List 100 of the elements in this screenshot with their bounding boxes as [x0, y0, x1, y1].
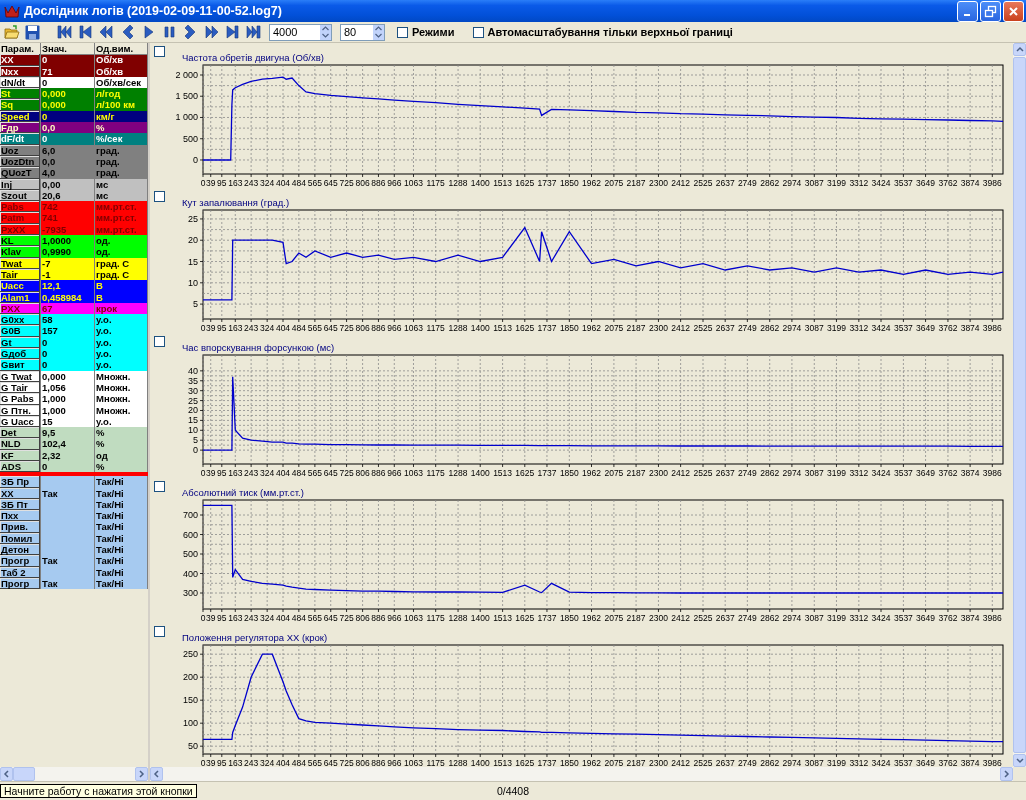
- checkbox[interactable]: [397, 26, 408, 38]
- axis-label: 400: [182, 568, 198, 579]
- table-cell: В: [95, 280, 148, 292]
- axis-label: 2 000: [175, 70, 198, 80]
- table-cell: Так: [41, 555, 95, 567]
- skip-back-icon[interactable]: [78, 24, 93, 40]
- table-cell: G Птн.: [0, 404, 41, 416]
- table-cell: град.: [95, 167, 148, 179]
- axis-label: 3199: [827, 323, 846, 333]
- axis-label: 1625: [515, 613, 535, 623]
- checkbox[interactable]: [154, 191, 165, 202]
- table-cell: Fдр: [0, 122, 41, 134]
- axis-label: 39: [206, 758, 216, 768]
- table-cell: UozDtn: [0, 155, 41, 168]
- axis-label: 966: [387, 468, 402, 478]
- axis-label: 3762: [938, 468, 958, 478]
- axis-label: 500: [182, 549, 198, 559]
- spin-arrows-icon[interactable]: [374, 24, 383, 40]
- horizontal-scrollbar[interactable]: [0, 767, 148, 781]
- axis-label: 163: [228, 323, 243, 333]
- axis-label: 645: [323, 178, 338, 188]
- axis-label: 1850: [559, 613, 579, 623]
- checkbox-label[interactable]: Автомасштабування тільки верхньої границі: [487, 26, 733, 38]
- pause-icon[interactable]: [162, 24, 177, 40]
- axis-label: 565: [307, 758, 322, 768]
- rewind-icon[interactable]: [99, 24, 114, 40]
- play-icon[interactable]: [141, 24, 156, 40]
- table-cell: 102,4: [41, 438, 95, 450]
- axis-label: 95: [217, 468, 227, 478]
- spin-arrows-icon[interactable]: [321, 24, 330, 40]
- table-cell: 0,9990: [41, 246, 95, 258]
- axis-label: 3537: [893, 323, 913, 333]
- axis-label: 3537: [893, 468, 913, 478]
- axis-label: 484: [291, 323, 306, 333]
- axis-label: 3649: [916, 468, 936, 478]
- axis-label: 1400: [470, 323, 490, 333]
- checkbox[interactable]: [472, 26, 484, 38]
- axis-label: 2974: [782, 468, 802, 478]
- skip-start-icon[interactable]: [57, 24, 72, 40]
- table-cell: KL: [0, 235, 41, 247]
- axis-label: 725: [339, 758, 354, 768]
- axis-label: 3424: [871, 613, 891, 623]
- axis-label: 2187: [626, 758, 646, 768]
- axis-label: 1288: [448, 613, 468, 623]
- axis-label: 25: [188, 395, 198, 406]
- axis-label: 966: [387, 178, 402, 188]
- axis-label: 2862: [760, 758, 780, 768]
- checkbox-label[interactable]: Режими: [412, 26, 455, 38]
- axis-label: 565: [307, 468, 322, 478]
- axis-label: 645: [323, 468, 338, 478]
- checkbox[interactable]: [154, 336, 165, 347]
- axis-label: 2862: [760, 468, 780, 478]
- axis-label: 3087: [804, 758, 824, 768]
- axis-label: 1175: [426, 178, 445, 188]
- skip-end-icon[interactable]: [246, 24, 261, 40]
- axis-label: 806: [355, 178, 370, 188]
- table-cell: KF: [0, 449, 41, 461]
- axis-label: 3874: [960, 613, 980, 623]
- axis-label: 3649: [916, 178, 936, 188]
- horizontal-scrollbar[interactable]: [150, 767, 1026, 781]
- left-chevron-icon[interactable]: [120, 24, 135, 40]
- table-cell: 0: [41, 54, 95, 66]
- checkbox[interactable]: [154, 46, 165, 57]
- chart-title: Час впорскування форсункою (мс): [182, 342, 335, 353]
- table-cell: Так: [41, 487, 95, 499]
- axis-label: 1288: [448, 323, 468, 333]
- axis-label: 3762: [938, 178, 958, 188]
- axis-label: 2412: [671, 323, 691, 333]
- axis-label: 1850: [559, 468, 579, 478]
- table-cell: 0,000: [41, 99, 95, 111]
- table-cell: Gдоб: [0, 348, 41, 360]
- table-cell: град.: [95, 144, 148, 156]
- checkbox[interactable]: [154, 481, 165, 492]
- spin-box[interactable]: 80: [340, 23, 385, 41]
- axis-label: 645: [323, 613, 338, 623]
- axis-label: 3874: [960, 468, 980, 478]
- right-chevron-icon[interactable]: [183, 24, 198, 40]
- table-cell: G0B: [0, 325, 41, 337]
- table-cell: 0,000: [41, 370, 95, 382]
- table-cell: у.о.: [95, 359, 148, 371]
- table-cell: Множн.: [95, 393, 148, 405]
- axis-label: 2862: [760, 178, 780, 188]
- scroll-thumb[interactable]: [13, 767, 35, 781]
- spin-box[interactable]: 4000: [269, 23, 332, 41]
- chart-title: Абсолютний тиск (мм.рт.ст.): [182, 487, 304, 498]
- axis-label: 2075: [604, 613, 624, 623]
- tooltip: Начните работу с нажатия этой кнопки: [0, 784, 197, 798]
- fast-forward-icon[interactable]: [204, 24, 219, 40]
- axis-label: 0: [193, 155, 198, 165]
- axis-label: 725: [339, 468, 354, 478]
- axis-label: 163: [228, 178, 243, 188]
- checkbox[interactable]: [154, 626, 165, 637]
- axis-label: 5: [193, 299, 198, 310]
- skip-forward-icon[interactable]: [225, 24, 240, 40]
- folder-icon[interactable]: [4, 24, 20, 40]
- table-cell: Inj: [0, 178, 41, 190]
- axis-label: 1513: [493, 178, 513, 188]
- axis-label: 484: [291, 178, 306, 188]
- axis-label: 3087: [804, 468, 824, 478]
- axis-label: 3986: [982, 323, 1002, 333]
